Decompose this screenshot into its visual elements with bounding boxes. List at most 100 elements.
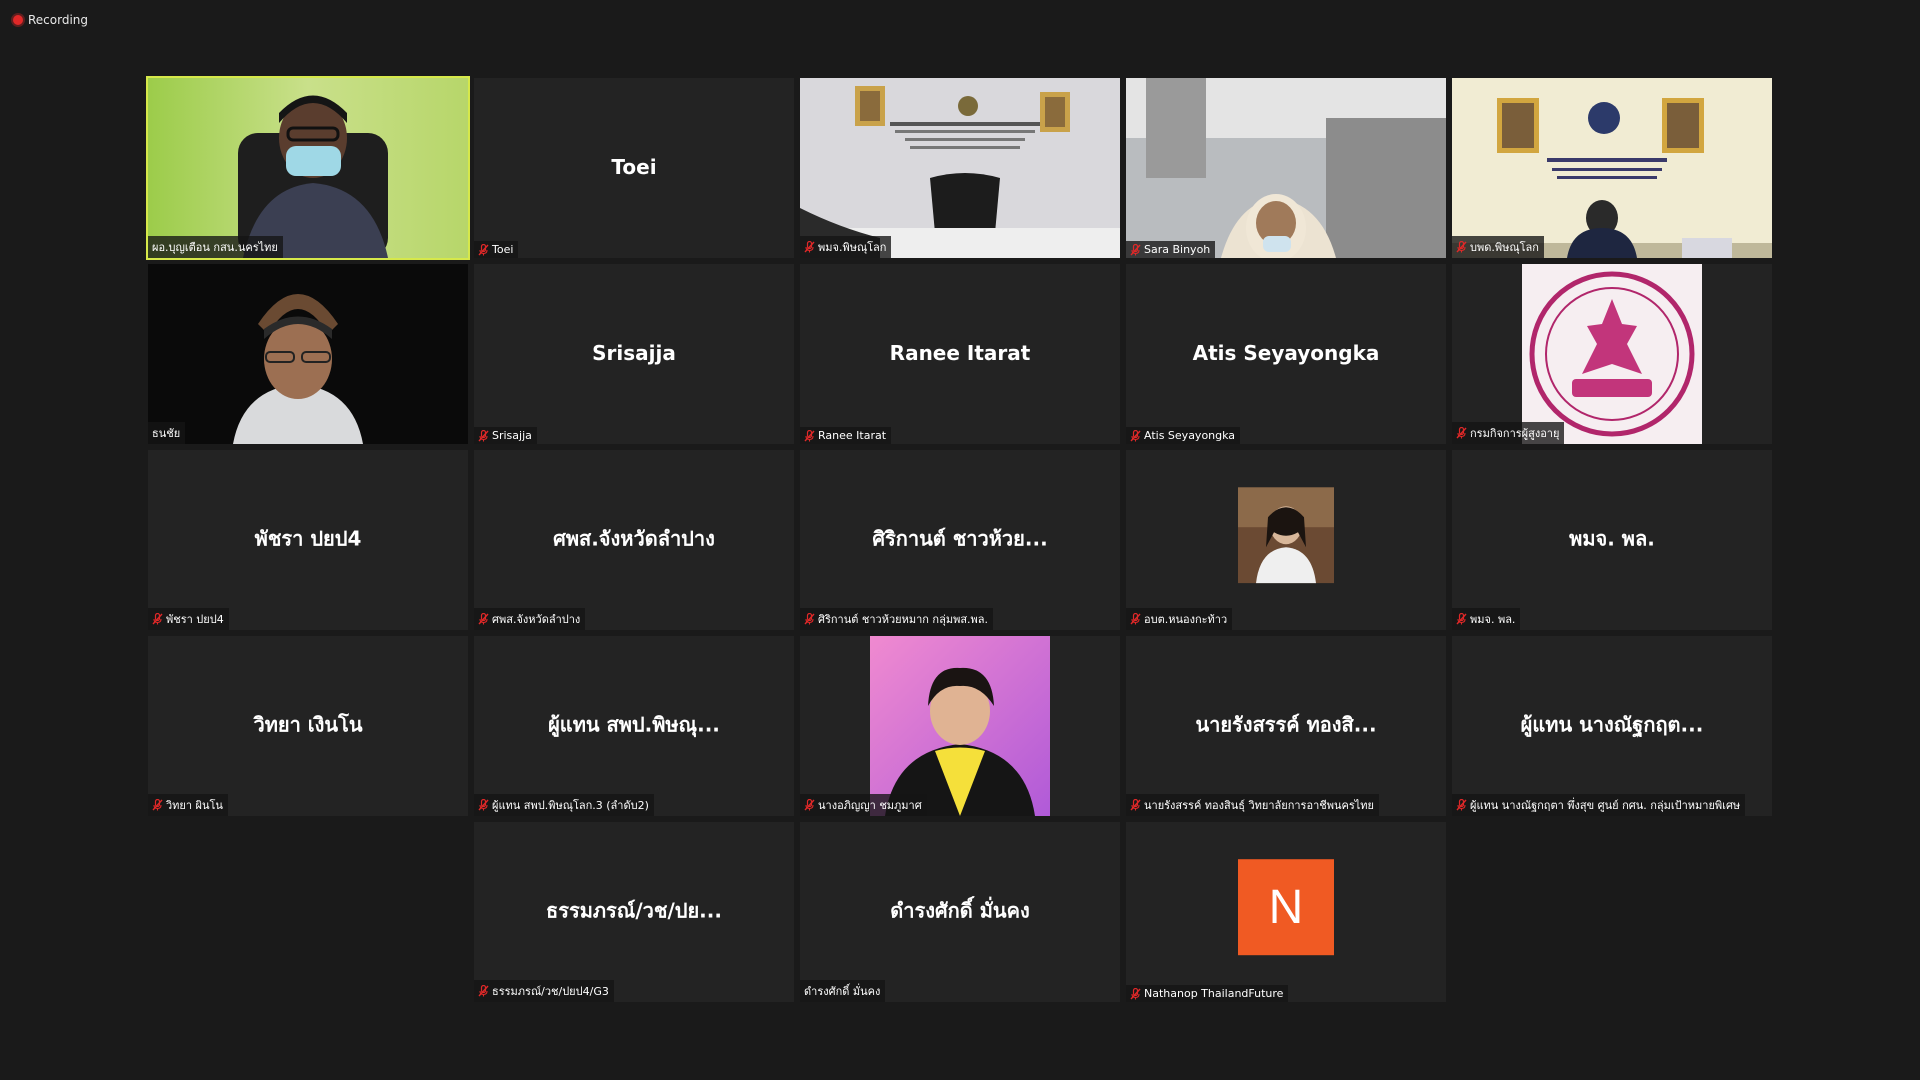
participant-nametag: บพด.พิษณุโลก [1452,236,1544,258]
gallery-grid: ผอ.บุญเตือน กสน.นครไทย Toei Toei พมจ.พิษณ… [146,76,1774,1002]
participant-video [148,78,468,258]
participant-nametag: Ranee Itarat [800,427,892,444]
participant-tile[interactable]: ศิริกานต์ ชาวห้วย... ศิริกานต์ ชาวห้วยหม… [800,450,1120,630]
participant-nametag: Nathanop ThailandFuture [1126,985,1289,1002]
participant-display-name: ดำรงศักดิ์ มั่นคง [890,898,1030,923]
muted-mic-icon [804,429,815,442]
participant-display-name: ผู้แทน นางณัฐกฤต... [1520,712,1704,737]
participant-name: Atis Seyayongka [1144,429,1236,442]
participant-name: พมจ. พล. [1470,613,1516,626]
muted-mic-icon [804,799,815,811]
muted-mic-icon [478,243,489,256]
participant-tile[interactable]: Ranee Itarat Ranee Itarat [800,264,1120,444]
participant-display-name: วิทยา เงินโน [253,712,363,737]
muted-mic-icon [478,429,489,442]
participant-display-name: นายรังสรรค์ ทองสิ... [1195,712,1377,737]
participant-tile[interactable]: นางอภิญญา ชมภูมาศ [800,636,1120,816]
muted-mic-icon [1456,427,1467,439]
participant-name: ผอ.บุญเตือน กสน.นครไทย [152,241,278,254]
participant-tile[interactable]: ศพส.จังหวัดลำปาง ศพส.จังหวัดลำปาง [474,450,794,630]
participant-nametag: ธรรมภรณ์/วช/ปยป4/G3 [474,980,614,1002]
participant-tile[interactable]: พมจ.พิษณุโลก [800,78,1120,258]
participant-tile[interactable]: ผู้แทน นางณัฐกฤต... ผู้แทน นางณัฐกฤตา พึ… [1452,636,1772,816]
participant-nametag: พมจ. พล. [1452,608,1521,630]
muted-mic-icon [1456,241,1467,253]
recording-indicator[interactable]: Recording [13,13,88,27]
participant-name: ธรรมภรณ์/วช/ปยป4/G3 [492,985,609,998]
muted-mic-icon [152,613,163,625]
participant-name: Ranee Itarat [818,429,887,442]
participant-tile[interactable]: ผู้แทน สพป.พิษณุ... ผู้แทน สพป.พิษณุโลก.… [474,636,794,816]
participant-display-name: Srisajja [592,340,676,365]
recording-dot-icon [13,15,23,25]
letter-avatar: N [1238,859,1334,956]
participant-display-name: ศิริกานต์ ชาวห้วย... [872,526,1048,551]
muted-mic-icon [1456,613,1467,625]
participant-name: วิทยา ผินโน [166,799,223,812]
participant-tile[interactable]: Toei Toei [474,78,794,258]
participant-name: ศิริกานต์ ชาวห้วยหมาก กลุ่มพส.พล. [818,613,989,626]
muted-mic-icon [1130,613,1141,625]
participant-tile[interactable]: ธรรมภรณ์/วช/ปย... ธรรมภรณ์/วช/ปยป4/G3 [474,822,794,1002]
participant-name: Nathanop ThailandFuture [1144,987,1284,1000]
muted-mic-icon [1130,429,1141,442]
participant-display-name: ผู้แทน สพป.พิษณุ... [548,712,720,737]
participant-nametag: Sara Binyoh [1126,241,1216,258]
participant-tile[interactable]: Sara Binyoh [1126,78,1446,258]
participant-name: Sara Binyoh [1144,243,1211,256]
participant-name: อบต.หนองกะท้าว [1144,613,1228,626]
meeting-window: Recording ผอ.บุญเตือน กสน.นครไทย Toei Toe… [0,0,1920,1080]
participant-nametag: ผอ.บุญเตือน กสน.นครไทย [148,236,283,258]
participant-tile[interactable]: N Nathanop ThailandFuture [1126,822,1446,1002]
participant-nametag: นางอภิญญา ชมภูมาศ [800,794,927,816]
participant-nametag: ดำรงศักดิ์ มั่นคง [800,980,886,1002]
muted-mic-icon [1130,243,1141,256]
participant-name: Toei [492,243,514,256]
participant-nametag: Atis Seyayongka [1126,427,1241,444]
participant-nametag: ผู้แทน สพป.พิษณุโลก.3 (ลำดับ2) [474,794,654,816]
participant-nametag: ศิริกานต์ ชาวห้วยหมาก กลุ่มพส.พล. [800,608,994,630]
participant-tile[interactable]: อบต.หนองกะท้าว [1126,450,1446,630]
participant-name: ดำรงศักดิ์ มั่นคง [804,985,881,998]
participant-tile[interactable]: พมจ. พล. พมจ. พล. [1452,450,1772,630]
participant-name: ศพส.จังหวัดลำปาง [492,613,581,626]
participant-tile[interactable]: บพด.พิษณุโลก [1452,78,1772,258]
participant-tile[interactable]: วิทยา เงินโน วิทยา ผินโน [148,636,468,816]
participant-name: Srisajja [492,429,532,442]
participant-display-name: ธรรมภรณ์/วช/ปย... [546,898,722,923]
participant-nametag: Toei [474,241,519,258]
muted-mic-icon [1130,799,1141,811]
participant-display-name: Toei [611,154,657,179]
muted-mic-icon [1456,799,1467,811]
participant-nametag: พัชรา ปยป4 [148,608,229,630]
participant-nametag: วิทยา ผินโน [148,794,228,816]
participant-tile[interactable]: Atis Seyayongka Atis Seyayongka [1126,264,1446,444]
participant-name: ผู้แทน สพป.พิษณุโลก.3 (ลำดับ2) [492,799,649,812]
muted-mic-icon [804,241,815,253]
muted-mic-icon [1130,987,1141,1000]
participant-tile[interactable]: นายรังสรรค์ ทองสิ... นายรังสรรค์ ทองสินธ… [1126,636,1446,816]
participant-display-name: Ranee Itarat [889,340,1031,365]
participant-tile[interactable]: ดำรงศักดิ์ มั่นคง ดำรงศักดิ์ มั่นคง [800,822,1120,1002]
participant-tile[interactable]: ผอ.บุญเตือน กสน.นครไทย [146,76,470,260]
participant-tile[interactable]: Srisajja Srisajja [474,264,794,444]
participant-nametag: ธนชัย [148,422,186,444]
participant-display-name: พัชรา ปยป4 [254,526,362,551]
participant-name: บพด.พิษณุโลก [1470,241,1539,254]
participant-nametag: กรมกิจการผู้สูงอายุ [1452,422,1565,444]
muted-mic-icon [478,985,489,997]
participant-video [148,264,468,444]
participant-name: พมจ.พิษณุโลก [818,241,887,254]
participant-nametag: อบต.หนองกะท้าว [1126,608,1233,630]
participant-photo [1238,487,1334,584]
participant-photo [800,636,1120,816]
participant-tile[interactable]: กรมกิจการผู้สูงอายุ [1452,264,1772,444]
participant-video [800,78,1120,258]
participant-name: นายรังสรรค์ ทองสินธุ์ วิทยาลัยการอาชีพนค… [1144,799,1374,812]
participant-tile[interactable]: พัชรา ปยป4 พัชรา ปยป4 [148,450,468,630]
participant-nametag: ศพส.จังหวัดลำปาง [474,608,586,630]
participant-display-name: Atis Seyayongka [1192,340,1380,365]
participant-tile[interactable]: ธนชัย [148,264,468,444]
participant-name: ผู้แทน นางณัฐกฤตา พึ่งสุข ศูนย์ กศน. กลุ… [1470,799,1741,812]
muted-mic-icon [152,799,163,811]
